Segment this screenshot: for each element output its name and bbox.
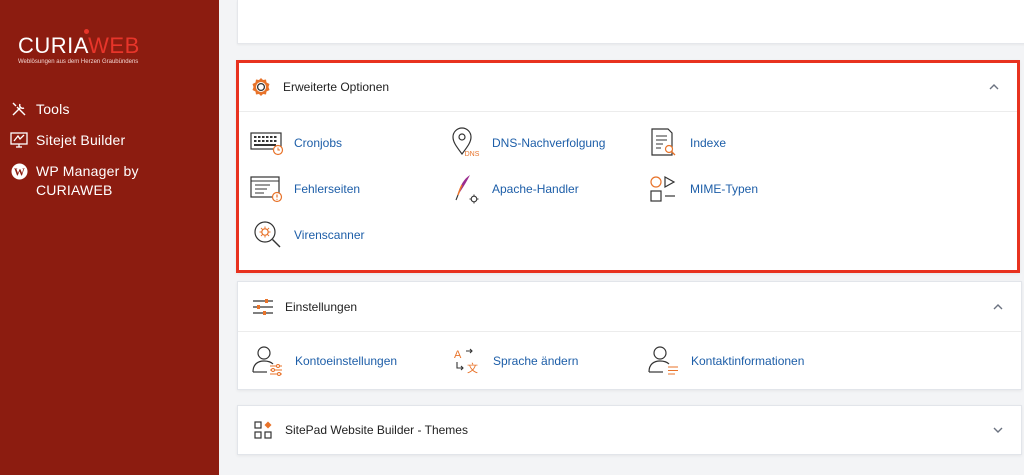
contact-icon — [647, 344, 681, 378]
item-error-pages[interactable]: Fehlerseiten — [250, 171, 360, 207]
logo-dot — [84, 29, 89, 34]
section-header[interactable]: Einstellungen — [238, 282, 1021, 332]
error-pages-icon — [250, 172, 284, 206]
svg-text:A: A — [454, 349, 462, 361]
sidebar-item-tools[interactable]: Tools — [10, 100, 210, 119]
item-label: Cronjobs — [294, 136, 343, 150]
logo-text: CURIAWEB — [18, 34, 140, 58]
section-header[interactable]: SitePad Website Builder - Themes — [238, 406, 1021, 454]
themes-icon — [252, 419, 274, 441]
section-title: Einstellungen — [285, 299, 358, 314]
item-label: Apache-Handler — [492, 182, 579, 196]
section-advanced-options: Erweiterte Optionen Cronjobs DNS DNS-Nac… — [236, 60, 1020, 273]
chevron-down-icon[interactable] — [991, 423, 1005, 437]
item-label: Fehlerseiten — [294, 182, 361, 196]
sliders-icon — [252, 296, 274, 318]
item-label: DNS-Nachverfolgung — [492, 136, 606, 150]
apache-icon — [448, 172, 482, 206]
tools-icon — [10, 100, 28, 118]
sidebar-item-wp-manager[interactable]: W WP Manager by CURIAWEB — [10, 162, 210, 200]
item-label: Kontaktinformationen — [691, 354, 805, 368]
section-settings: Einstellungen Kontoeinstellungen A文 Spra… — [237, 281, 1022, 390]
logo-tagline: Weblösungen aus dem Herzen Graubündens — [18, 59, 139, 65]
section-title: Erweiterte Optionen — [283, 80, 390, 94]
item-mime-types[interactable]: MIME-Typen — [646, 171, 758, 207]
svg-text:DNS: DNS — [465, 151, 480, 158]
sidebar-item-sitejet[interactable]: Sitejet Builder — [10, 131, 210, 150]
cron-icon — [250, 126, 284, 160]
account-settings-icon — [251, 344, 285, 378]
sidebar: CURIAWEB Weblösungen aus dem Herzen Grau… — [0, 0, 219, 475]
gear-icon — [250, 76, 272, 98]
item-cronjobs[interactable]: Cronjobs — [250, 125, 342, 161]
main-content: Erweiterte Optionen Cronjobs DNS DNS-Nac… — [219, 0, 1024, 475]
sidebar-item-label: WP Manager by CURIAWEB — [36, 162, 139, 200]
section-header[interactable]: Erweiterte Optionen — [239, 63, 1017, 112]
item-label: MIME-Typen — [690, 182, 759, 196]
language-icon: A文 — [449, 344, 483, 378]
sitejet-icon — [10, 131, 28, 149]
item-virus-scanner[interactable]: Virenscanner — [250, 217, 365, 253]
sidebar-nav: Tools Sitejet Builder W WP Manager by CU… — [10, 100, 210, 212]
logo-part1: CURIA — [18, 33, 89, 58]
section-title: SitePad Website Builder - Themes — [285, 423, 468, 437]
svg-text:文: 文 — [467, 361, 478, 375]
sidebar-item-label: Tools — [36, 101, 70, 117]
chevron-up-icon[interactable] — [987, 80, 1001, 94]
item-apache-handler[interactable]: Apache-Handler — [448, 171, 579, 207]
index-icon — [646, 126, 680, 160]
dns-icon: DNS — [448, 126, 482, 160]
item-label: Virenscanner — [294, 228, 365, 242]
label-line-1: WP Manager by — [36, 163, 139, 179]
svg-text:W: W — [13, 166, 24, 178]
virus-scanner-icon — [250, 218, 284, 252]
chevron-up-icon[interactable] — [991, 300, 1005, 314]
mime-icon — [646, 172, 680, 206]
logo-part2: WEB — [88, 33, 140, 58]
brand-logo[interactable]: CURIAWEB Weblösungen aus dem Herzen Grau… — [18, 29, 140, 65]
label-line-2: CURIAWEB — [36, 182, 113, 198]
section-sitepad: SitePad Website Builder - Themes — [237, 405, 1022, 455]
sidebar-item-label: Sitejet Builder — [36, 132, 126, 148]
item-dns-tracking[interactable]: DNS DNS-Nachverfolgung — [448, 125, 605, 161]
item-account-settings[interactable]: Kontoeinstellungen — [251, 343, 397, 379]
item-label: Sprache ändern — [493, 354, 579, 368]
item-indexes[interactable]: Indexe — [646, 125, 726, 161]
item-contact-info[interactable]: Kontaktinformationen — [647, 343, 804, 379]
item-label: Indexe — [690, 136, 727, 150]
wordpress-icon: W — [10, 162, 28, 180]
item-label: Kontoeinstellungen — [295, 354, 398, 368]
top-card — [237, 0, 1024, 44]
item-change-language[interactable]: A文 Sprache ändern — [449, 343, 578, 379]
